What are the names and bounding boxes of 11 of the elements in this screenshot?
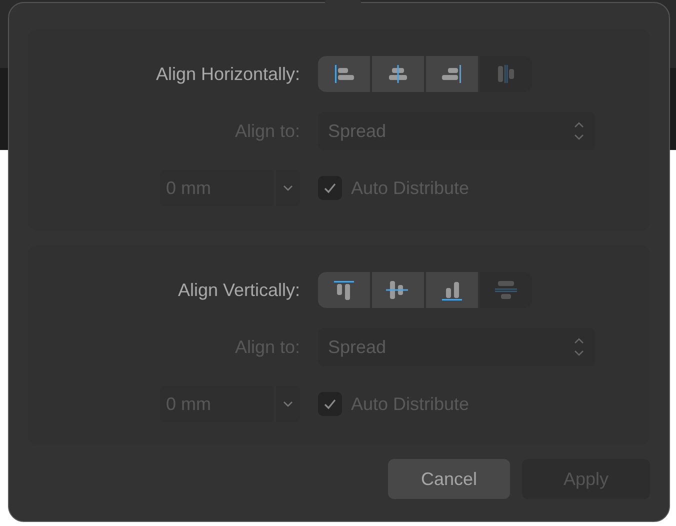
align-button[interactable]: [318, 56, 370, 92]
chevron-down-icon: [282, 400, 294, 408]
align-button[interactable]: [426, 56, 478, 92]
align-button[interactable]: [372, 56, 424, 92]
chevron-down-icon: [282, 184, 294, 192]
dialog-button[interactable]: Cancel: [388, 459, 510, 499]
align-label: Align Horizontally:: [156, 64, 300, 84]
align-label: Align Vertically:: [178, 280, 300, 300]
align-button[interactable]: [426, 272, 478, 308]
align-button[interactable]: [318, 272, 370, 308]
align-button[interactable]: [372, 272, 424, 308]
